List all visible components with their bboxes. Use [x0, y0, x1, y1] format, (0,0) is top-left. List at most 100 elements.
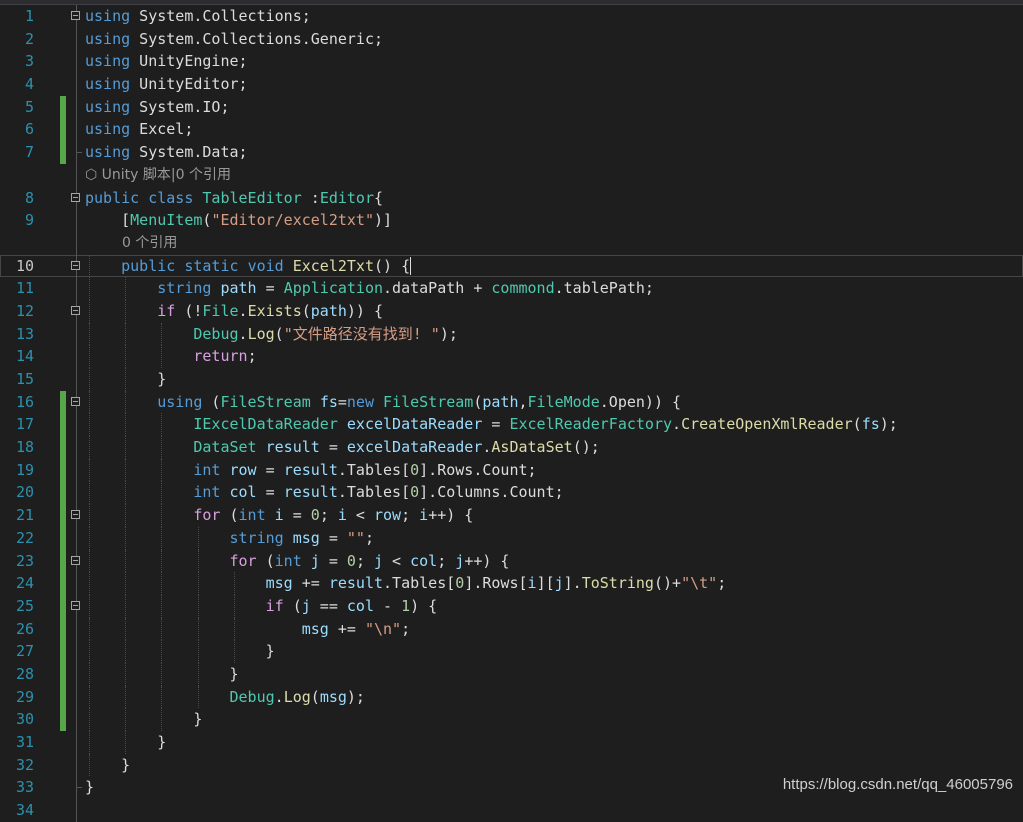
code-line[interactable]: 27 }: [0, 640, 1023, 663]
code-text[interactable]: Debug.Log(msg);: [85, 686, 365, 709]
code-line[interactable]: 15 }: [0, 368, 1023, 391]
code-line[interactable]: 34: [0, 799, 1023, 822]
collapse-icon[interactable]: [71, 396, 80, 406]
code-line[interactable]: 3 using UnityEngine;: [0, 50, 1023, 74]
line-number: 2: [24, 29, 34, 48]
code-text[interactable]: int col = result.Tables[0].Columns.Count…: [85, 481, 563, 504]
line-number: 29: [15, 687, 34, 706]
code-text[interactable]: }: [85, 754, 130, 777]
code-text[interactable]: using System.Collections;: [85, 5, 311, 28]
code-text[interactable]: using System.Collections.Generic;: [85, 28, 383, 51]
code-line[interactable]: 2 using System.Collections.Generic;: [0, 27, 1023, 51]
change-marker: [60, 413, 66, 437]
code-text[interactable]: }: [85, 663, 238, 686]
code-line[interactable]: 32 }: [0, 753, 1023, 777]
outline-guide: [76, 753, 77, 777]
code-line[interactable]: 16 using (FileStream fs=new FileStream(p…: [0, 390, 1023, 414]
line-number: 20: [15, 483, 34, 502]
outline-guide: [76, 617, 77, 641]
code-text[interactable]: }: [85, 776, 94, 799]
code-line[interactable]: 17 IExcelDataReader excelDataReader = Ex…: [0, 413, 1023, 437]
code-text[interactable]: using UnityEngine;: [85, 50, 248, 73]
outline-guide: [76, 776, 82, 800]
code-text[interactable]: using UnityEditor;: [85, 73, 248, 96]
code-line[interactable]: 1 using System.Collections;: [0, 5, 1023, 28]
codelens-row[interactable]: 0 个引用: [0, 231, 1023, 255]
outline-guide: [76, 95, 77, 119]
code-text[interactable]: Debug.Log("文件路径没有找到! ");: [85, 323, 458, 346]
code-line[interactable]: 19 int row = result.Tables[0].Rows.Count…: [0, 458, 1023, 482]
code-line[interactable]: 30 }: [0, 708, 1023, 731]
code-text[interactable]: }: [85, 640, 275, 663]
line-number: 19: [15, 460, 34, 479]
code-text[interactable]: if (j == col - 1) {: [85, 595, 438, 618]
collapse-icon[interactable]: [71, 305, 80, 315]
code-line[interactable]: 25 if (j == col - 1) {: [0, 594, 1023, 618]
code-line[interactable]: 10 public static void Excel2Txt() {: [0, 254, 1023, 278]
outline-guide: [76, 73, 77, 96]
outline-guide: [76, 231, 77, 255]
code-text[interactable]: int row = result.Tables[0].Rows.Count;: [85, 459, 536, 482]
change-marker: [60, 594, 66, 618]
code-text[interactable]: for (int j = 0; j < col; j++) {: [85, 550, 510, 573]
code-text[interactable]: public class TableEditor :Editor{: [85, 187, 383, 210]
code-line[interactable]: 21 for (int i = 0; i < row; i++) {: [0, 504, 1023, 527]
change-marker: [60, 549, 66, 573]
code-text[interactable]: }: [85, 708, 202, 731]
line-number: 11: [15, 279, 34, 298]
code-text[interactable]: string msg = "";: [85, 527, 375, 550]
code-text[interactable]: msg += "\n";: [85, 618, 410, 641]
code-text[interactable]: using (FileStream fs=new FileStream(path…: [85, 391, 681, 414]
change-marker: [60, 685, 66, 709]
code-text[interactable]: IExcelDataReader excelDataReader = Excel…: [85, 413, 897, 436]
code-text[interactable]: using System.IO;: [85, 96, 230, 119]
code-line[interactable]: 9 [MenuItem("Editor/excel2txt")]: [0, 209, 1023, 232]
code-line[interactable]: 14 return;: [0, 345, 1023, 368]
codelens-references[interactable]: 0 个引用: [122, 232, 177, 255]
code-text[interactable]: }: [85, 731, 166, 754]
collapse-icon[interactable]: [71, 510, 80, 520]
code-text[interactable]: DataSet result = excelDataReader.AsDataS…: [85, 436, 599, 459]
code-line[interactable]: 8 public class TableEditor :Editor{: [0, 186, 1023, 210]
collapse-icon[interactable]: [71, 555, 80, 565]
codelens-references[interactable]: ⬡ Unity 脚本|0 个引用: [85, 164, 231, 187]
collapse-icon[interactable]: [71, 260, 80, 270]
code-line[interactable]: 26 msg += "\n";: [0, 617, 1023, 641]
code-text[interactable]: using System.Data;: [85, 141, 248, 164]
code-line[interactable]: 20 int col = result.Tables[0].Columns.Co…: [0, 481, 1023, 505]
code-line[interactable]: 23 for (int j = 0; j < col; j++) {: [0, 549, 1023, 573]
outline-guide: [76, 458, 77, 482]
collapse-icon[interactable]: [71, 192, 80, 202]
code-line[interactable]: 5 using System.IO;: [0, 95, 1023, 119]
outline-guide: [76, 368, 77, 391]
code-line[interactable]: 11 string path = Application.dataPath + …: [0, 277, 1023, 300]
code-text[interactable]: [MenuItem("Editor/excel2txt")]: [85, 209, 392, 232]
code-line[interactable]: 12 if (!File.Exists(path)) {: [0, 299, 1023, 323]
code-text[interactable]: for (int i = 0; i < row; i++) {: [85, 504, 473, 527]
code-editor[interactable]: 1 using System.Collections; 2 using System.…: [0, 5, 1023, 822]
codelens-row[interactable]: ⬡ Unity 脚本|0 个引用: [0, 163, 1023, 187]
code-text[interactable]: string path = Application.dataPath + com…: [85, 277, 654, 300]
code-line[interactable]: 4 using UnityEditor;: [0, 73, 1023, 96]
code-line[interactable]: 29 Debug.Log(msg);: [0, 685, 1023, 709]
code-line[interactable]: 31 }: [0, 731, 1023, 754]
change-marker: [60, 572, 66, 595]
code-line[interactable]: 28 }: [0, 662, 1023, 686]
line-number: 5: [24, 97, 34, 116]
code-line[interactable]: 24 msg += result.Tables[0].Rows[i][j].To…: [0, 572, 1023, 595]
code-text[interactable]: }: [85, 368, 166, 391]
code-line[interactable]: 6 using Excel;: [0, 118, 1023, 142]
code-line[interactable]: 7 using System.Data;: [0, 141, 1023, 164]
code-text[interactable]: return;: [85, 345, 256, 368]
code-line[interactable]: 22 string msg = "";: [0, 526, 1023, 550]
line-number: 6: [24, 120, 34, 139]
collapse-icon[interactable]: [71, 600, 80, 610]
outline-guide: [76, 118, 77, 142]
code-line[interactable]: 13 Debug.Log("文件路径没有找到! ");: [0, 322, 1023, 346]
code-text[interactable]: if (!File.Exists(path)) {: [85, 300, 383, 323]
code-text[interactable]: public static void Excel2Txt() {: [85, 255, 412, 278]
code-text[interactable]: using Excel;: [85, 118, 193, 141]
code-line[interactable]: 18 DataSet result = excelDataReader.AsDa…: [0, 436, 1023, 459]
collapse-icon[interactable]: [71, 11, 80, 20]
code-text[interactable]: msg += result.Tables[0].Rows[i][j].ToStr…: [85, 572, 727, 595]
